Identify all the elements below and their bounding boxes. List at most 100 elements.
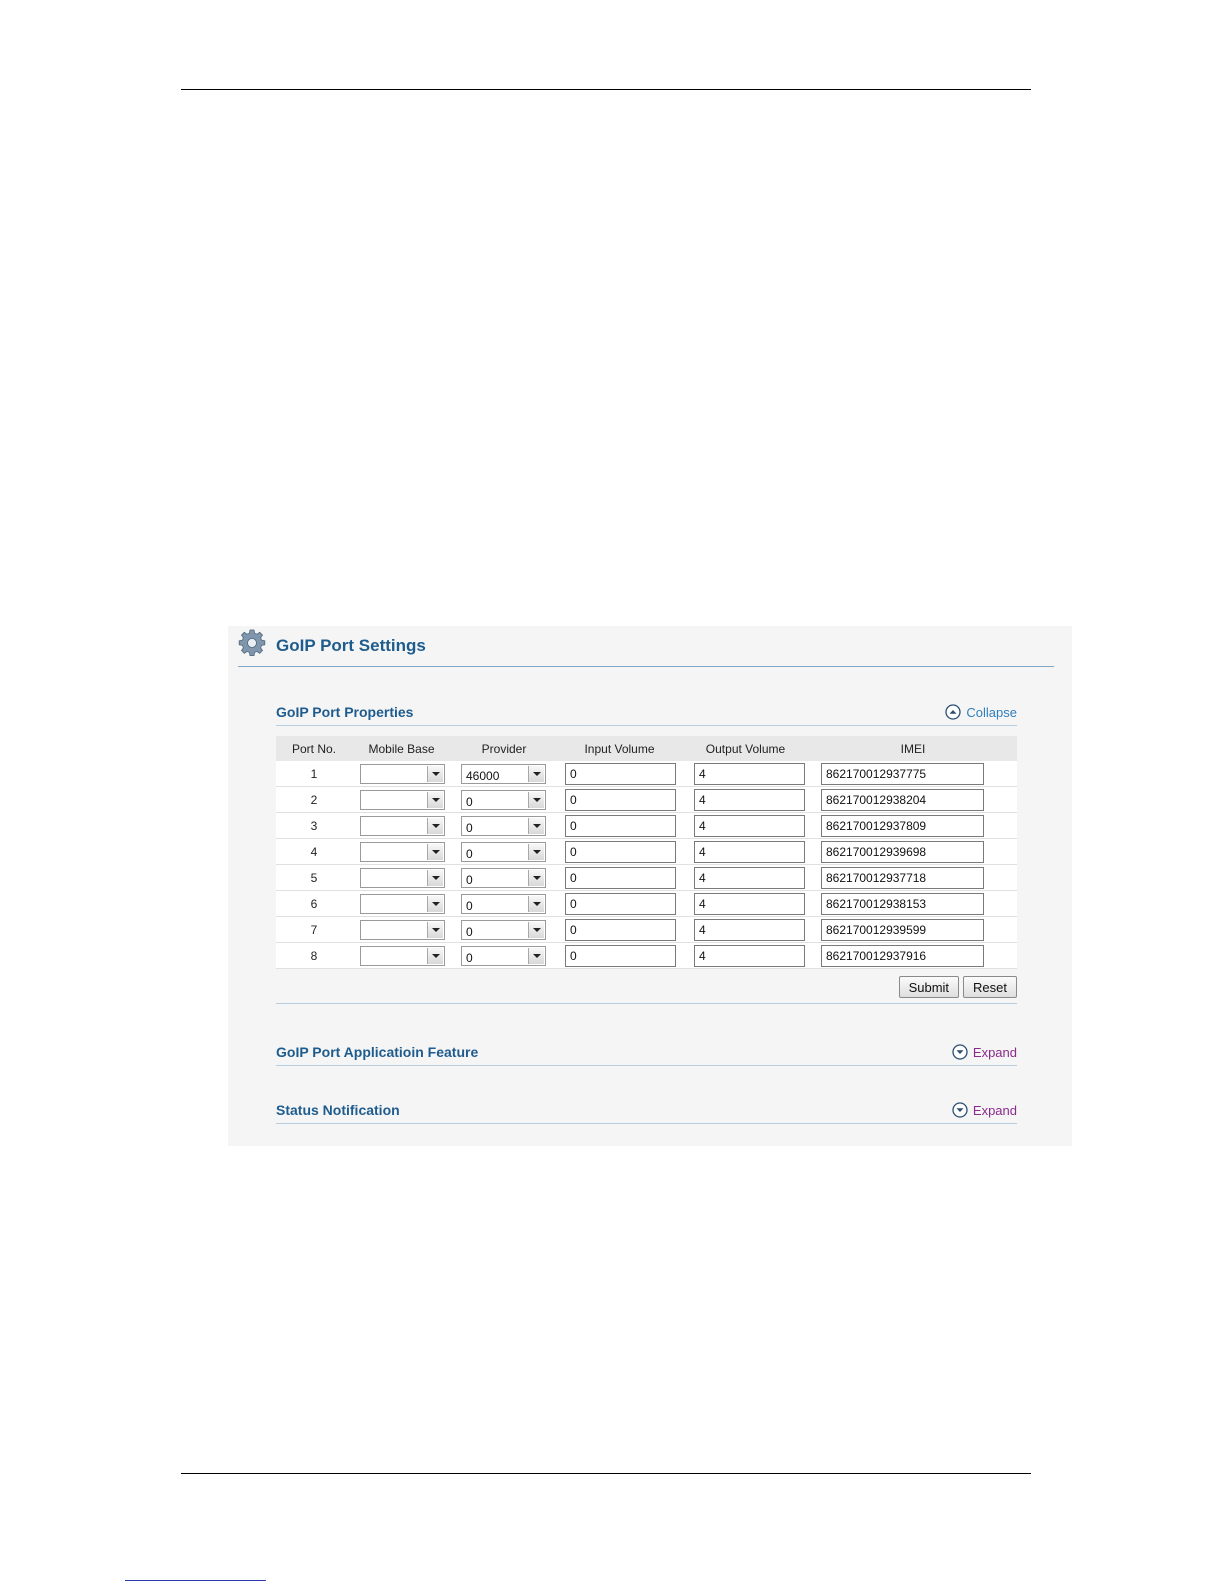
output-volume-field[interactable] — [694, 840, 805, 863]
mobile-base-select[interactable] — [360, 945, 445, 966]
mobile-base-select[interactable] — [360, 893, 445, 914]
mobile-base-select[interactable] — [360, 815, 445, 836]
output-volume-field[interactable] — [694, 918, 805, 941]
mobile-base-select[interactable] — [360, 763, 445, 784]
goip-port-settings-panel: GoIP Port Settings GoIP Port Properties … — [228, 626, 1072, 1146]
input-volume-field[interactable] — [565, 866, 676, 889]
col-imei: IMEI — [809, 736, 1017, 761]
provider-select[interactable]: 0 — [461, 867, 546, 888]
port-number: 1 — [276, 761, 352, 787]
status-notification-title: Status Notification — [276, 1102, 400, 1118]
dropdown-button[interactable] — [427, 817, 443, 834]
mobile-base-select[interactable] — [360, 919, 445, 940]
imei-field[interactable] — [821, 762, 984, 785]
dropdown-button[interactable] — [528, 947, 544, 964]
provider-select[interactable]: 0 — [461, 841, 546, 862]
dropdown-button[interactable] — [427, 843, 443, 860]
table-row: 60 — [276, 890, 1017, 917]
provider-select[interactable]: 0 — [461, 893, 546, 914]
imei-field[interactable] — [821, 944, 984, 967]
imei-field[interactable] — [821, 814, 984, 837]
imei-cell — [809, 761, 1017, 787]
input-volume-field[interactable] — [565, 944, 676, 967]
output-volume-field[interactable] — [694, 762, 805, 785]
provider-select[interactable]: 0 — [461, 919, 546, 940]
dropdown-button[interactable] — [427, 947, 443, 964]
collapse-label[interactable]: Collapse — [966, 705, 1017, 720]
dropdown-button[interactable] — [528, 765, 544, 782]
input-volume-cell — [557, 890, 682, 917]
output-volume-cell — [682, 761, 809, 787]
application-feature-expand-toggle[interactable]: Expand — [952, 1043, 1017, 1061]
mobile-base-cell — [352, 761, 451, 787]
dropdown-button[interactable] — [427, 791, 443, 808]
input-volume-field[interactable] — [565, 814, 676, 837]
output-volume-field[interactable] — [694, 944, 805, 967]
document-footer-rule — [181, 1473, 1031, 1474]
port-number: 7 — [276, 916, 352, 943]
provider-value: 0 — [466, 794, 473, 809]
input-volume-field[interactable] — [565, 788, 676, 811]
status-notification-section-header: Status Notification Expand — [276, 1100, 1017, 1124]
dropdown-button[interactable] — [427, 765, 443, 782]
imei-field[interactable] — [821, 840, 984, 863]
chevron-down-icon — [533, 797, 541, 802]
input-volume-field[interactable] — [565, 892, 676, 915]
reset-button[interactable]: Reset — [963, 976, 1017, 998]
dropdown-button[interactable] — [528, 791, 544, 808]
port-table: Port No. Mobile Base Provider Input Volu… — [276, 736, 1017, 969]
provider-select[interactable]: 0 — [461, 815, 546, 836]
chevron-down-icon — [432, 849, 440, 854]
output-volume-field[interactable] — [694, 892, 805, 915]
output-volume-field[interactable] — [694, 814, 805, 837]
provider-value: 46000 — [466, 768, 500, 783]
dropdown-button[interactable] — [528, 895, 544, 912]
dropdown-button[interactable] — [427, 869, 443, 886]
output-volume-cell — [682, 942, 809, 969]
provider-value: 0 — [466, 924, 473, 939]
mobile-base-select[interactable] — [360, 841, 445, 862]
dropdown-button[interactable] — [528, 843, 544, 860]
port-properties-area: Port No. Mobile Base Provider Input Volu… — [276, 736, 1017, 1004]
output-volume-cell — [682, 864, 809, 891]
mobile-base-select[interactable] — [360, 789, 445, 810]
imei-field[interactable] — [821, 892, 984, 915]
mobile-base-cell — [352, 890, 451, 917]
input-volume-field[interactable] — [565, 840, 676, 863]
input-volume-field[interactable] — [565, 918, 676, 941]
imei-field[interactable] — [821, 918, 984, 941]
chevron-up-circle-icon — [945, 704, 962, 720]
submit-button[interactable]: Submit — [898, 976, 960, 998]
dropdown-button[interactable] — [528, 817, 544, 834]
provider-select[interactable]: 0 — [461, 945, 546, 966]
provider-cell: 0 — [451, 864, 557, 891]
input-volume-field[interactable] — [565, 762, 676, 785]
port-number: 2 — [276, 786, 352, 813]
properties-collapse-toggle[interactable]: Collapse — [945, 703, 1017, 721]
port-number: 6 — [276, 890, 352, 917]
output-volume-cell — [682, 890, 809, 917]
document-header-rule — [181, 89, 1031, 90]
expand-label[interactable]: Expand — [973, 1045, 1017, 1060]
imei-field[interactable] — [821, 866, 984, 889]
provider-cell: 0 — [451, 838, 557, 865]
status-notification-expand-toggle[interactable]: Expand — [952, 1101, 1017, 1119]
mobile-base-select[interactable] — [360, 867, 445, 888]
provider-select[interactable]: 46000 — [461, 763, 546, 784]
table-row: 40 — [276, 838, 1017, 865]
imei-field[interactable] — [821, 788, 984, 811]
dropdown-button[interactable] — [528, 869, 544, 886]
dropdown-button[interactable] — [427, 921, 443, 938]
expand-label[interactable]: Expand — [973, 1103, 1017, 1118]
provider-cell: 0 — [451, 786, 557, 813]
dropdown-button[interactable] — [427, 895, 443, 912]
output-volume-field[interactable] — [694, 866, 805, 889]
dropdown-button[interactable] — [528, 921, 544, 938]
provider-select[interactable]: 0 — [461, 789, 546, 810]
input-volume-cell — [557, 838, 682, 865]
imei-cell — [809, 786, 1017, 813]
table-row: 1 46000 — [276, 761, 1017, 787]
table-row: 80 — [276, 942, 1017, 969]
gear-icon — [238, 629, 266, 656]
output-volume-field[interactable] — [694, 788, 805, 811]
